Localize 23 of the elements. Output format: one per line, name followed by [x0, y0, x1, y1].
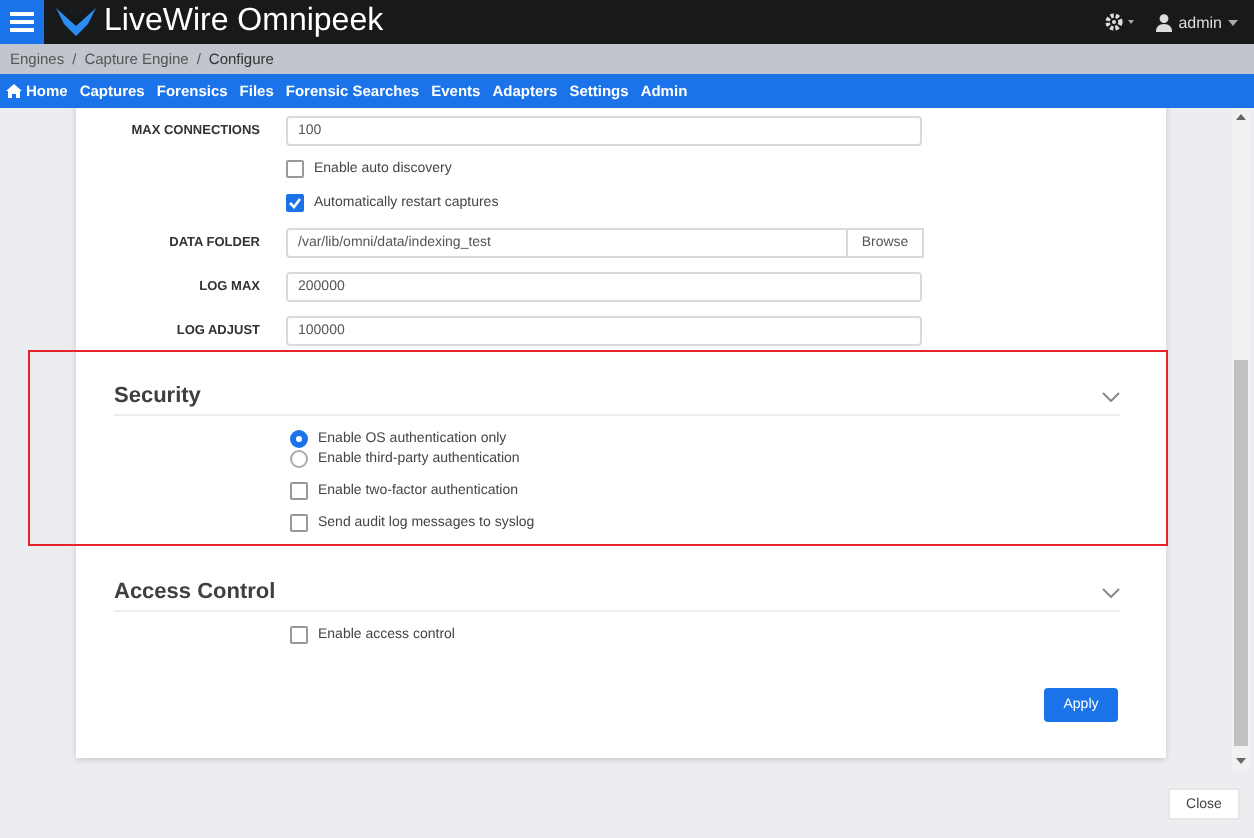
menu-icon — [10, 12, 34, 32]
section-title: Security — [114, 384, 201, 408]
section-title: Access Control — [114, 580, 276, 604]
caret-icon — [1228, 19, 1238, 25]
scroll-down-icon[interactable] — [1236, 758, 1246, 764]
settings-icon[interactable] — [1104, 12, 1137, 32]
app-title: LiveWire Omnipeek — [104, 4, 384, 40]
radio-button[interactable] — [290, 430, 308, 448]
user-icon — [1156, 13, 1173, 31]
checkbox[interactable] — [290, 482, 308, 500]
checkbox[interactable] — [286, 160, 304, 178]
scrollbar[interactable] — [1232, 108, 1250, 770]
bird-logo-icon — [56, 8, 96, 36]
checkbox[interactable] — [290, 626, 308, 644]
menu-button[interactable] — [0, 0, 44, 44]
scroll-up-icon[interactable] — [1236, 114, 1246, 120]
chevron-down-icon[interactable] — [1102, 587, 1120, 597]
home-icon — [6, 84, 22, 98]
user-menu[interactable]: admin — [1156, 13, 1238, 31]
radio-button[interactable] — [290, 450, 308, 468]
checkbox[interactable] — [290, 514, 308, 532]
chevron-down-icon[interactable] — [1102, 391, 1120, 401]
checkbox[interactable] — [286, 194, 304, 212]
